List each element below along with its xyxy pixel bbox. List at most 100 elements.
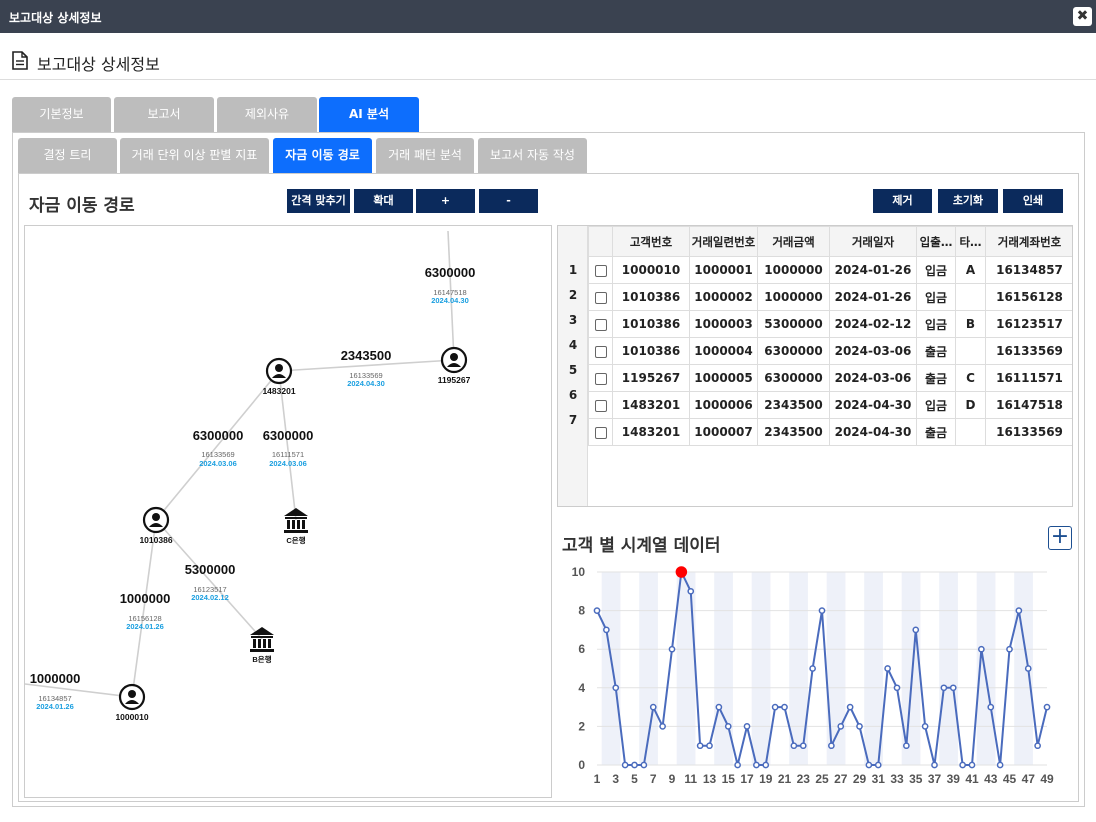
node-1195267[interactable]: 1195267	[438, 346, 471, 385]
column-header[interactable]: 입출…	[916, 226, 956, 257]
transaction-table: 고객번호 거래일련번호 거래금액 거래일자 입출… 타… 거래계좌번호 1000…	[588, 226, 1072, 446]
table-cell: 1010386	[612, 337, 690, 365]
page-title: 보고대상 상세정보	[37, 55, 160, 74]
table-cell: 2024-03-06	[829, 364, 917, 392]
transaction-grid[interactable]: 1 2 3 4 5 6 7 고객번호 거래일련번호 거래금액 거래일자 입출… …	[557, 225, 1073, 507]
zoom-button[interactable]: 확대	[354, 189, 413, 213]
node-bank-c[interactable]: C은행	[284, 508, 308, 545]
row-checkbox[interactable]	[594, 426, 607, 439]
data-point	[959, 761, 966, 769]
node-1000010[interactable]: 1000010	[115, 683, 149, 722]
table-row[interactable]: 1000010 1000001 1000000 2024-01-26 입금 A 161348…	[588, 256, 1072, 284]
edge-date: 2024.03.06	[199, 459, 237, 468]
data-point	[1006, 645, 1013, 653]
person-icon	[265, 357, 293, 385]
table-cell: 1000007	[689, 418, 758, 446]
y-tick-label: 8	[578, 604, 585, 618]
data-point	[828, 742, 835, 750]
data-point	[659, 723, 666, 730]
row-checkbox[interactable]	[594, 264, 607, 277]
tab-report[interactable]: 보고서	[114, 97, 214, 132]
data-point	[790, 742, 798, 750]
window-titlebar: 보고대상 상세정보 ✖	[0, 0, 1096, 33]
fit-spacing-button[interactable]: 간격 맞추기	[287, 189, 350, 213]
close-icon[interactable]: ✖	[1073, 7, 1092, 26]
reset-button[interactable]: 초기화	[938, 189, 998, 213]
table-row[interactable]: 1010386 1000004 6300000 2024-03-06 출금 1613356…	[588, 337, 1072, 365]
tab-auto-report[interactable]: 보고서 자동 작성	[478, 138, 587, 173]
edge-date: 2024.01.26	[126, 622, 164, 631]
tab-basic-info[interactable]: 기본정보	[12, 97, 111, 132]
table-row[interactable]: 1483201 1000006 2343500 2024-04-30 입금 D 161475…	[588, 391, 1072, 419]
row-checkbox[interactable]	[594, 345, 607, 358]
x-tick-label: 9	[669, 772, 676, 786]
row-checkbox[interactable]	[594, 399, 607, 412]
data-point	[837, 723, 845, 730]
table-cell: 1000010	[612, 256, 690, 284]
data-point	[884, 665, 891, 672]
table-cell: 16111571	[985, 364, 1072, 392]
zoom-out-button[interactable]: -	[479, 189, 538, 213]
column-header[interactable]: 거래일자	[829, 226, 917, 257]
table-cell: 2024-04-30	[829, 391, 917, 419]
page-header: 보고대상 상세정보	[0, 33, 1096, 80]
data-point	[1043, 703, 1051, 711]
edge-amount: 6300000	[193, 428, 244, 443]
data-point	[753, 761, 760, 769]
table-cell: 16133569	[985, 418, 1072, 446]
remove-button[interactable]: 제거	[873, 189, 932, 213]
plot-band	[939, 572, 958, 765]
table-cell: 2024-01-26	[829, 283, 917, 311]
column-header[interactable]: 거래금액	[757, 226, 830, 257]
tab-anomaly-indicator[interactable]: 거래 단위 이상 판별 지표	[120, 138, 269, 173]
row-number: 3	[568, 313, 578, 327]
row-number: 5	[568, 363, 578, 377]
table-row[interactable]: 1483201 1000007 2343500 2024-04-30 출금 1613356…	[588, 418, 1072, 446]
x-tick-label: 49	[1040, 772, 1054, 786]
table-row[interactable]: 1010386 1000002 1000000 2024-01-26 입금 1615612…	[588, 283, 1072, 311]
row-number: 6	[568, 388, 578, 402]
data-point	[940, 684, 948, 692]
column-header[interactable]: 거래일련번호	[689, 226, 758, 257]
row-number-column: 1 2 3 4 5 6 7	[558, 226, 588, 506]
node-1483201[interactable]: 1483201	[262, 357, 296, 396]
data-point	[968, 761, 976, 769]
node-label: C은행	[286, 535, 305, 545]
node-1010386[interactable]: 1010386	[139, 506, 173, 545]
tab-ai-analysis[interactable]: AI 분석	[319, 97, 419, 132]
table-cell: 출금	[916, 337, 956, 365]
print-button[interactable]: 인쇄	[1003, 189, 1063, 213]
table-cell: 1000000	[757, 283, 830, 311]
row-checkbox-cell	[588, 283, 613, 311]
tab-pattern-analysis[interactable]: 거래 패턴 분석	[376, 138, 474, 173]
data-point	[874, 761, 882, 769]
y-tick-label: 0	[578, 758, 585, 772]
tab-decision-tree[interactable]: 결정 트리	[18, 138, 117, 173]
tab-fund-flow[interactable]: 자금 이동 경로	[273, 138, 372, 173]
x-tick-label: 1	[594, 772, 601, 786]
x-tick-label: 29	[853, 772, 867, 786]
table-cell: 1483201	[612, 418, 690, 446]
column-header[interactable]: 거래계좌번호	[985, 226, 1072, 257]
row-checkbox[interactable]	[594, 291, 607, 304]
row-checkbox[interactable]	[594, 372, 607, 385]
node-label: B은행	[252, 654, 271, 664]
x-tick-label: 3	[612, 772, 619, 786]
row-checkbox[interactable]	[594, 318, 607, 331]
bank-icon	[284, 508, 308, 533]
column-header[interactable]: 고객번호	[612, 226, 690, 257]
table-cell	[955, 337, 986, 365]
zoom-in-button[interactable]: +	[416, 189, 475, 213]
fund-flow-graph[interactable]: 6300000 16147518 2024.04.30 2343500 1613…	[24, 225, 552, 798]
row-checkbox-cell	[588, 364, 613, 392]
table-cell: 2343500	[757, 391, 830, 419]
column-header[interactable]: 타…	[955, 226, 986, 257]
table-row[interactable]: 1195267 1000005 6300000 2024-03-06 출금 C 161115…	[588, 364, 1072, 392]
person-icon	[118, 683, 146, 711]
data-point	[893, 684, 901, 692]
table-cell: 출금	[916, 418, 956, 446]
node-bank-b[interactable]: B은행	[250, 627, 274, 664]
x-tick-label: 33	[890, 772, 904, 786]
table-row[interactable]: 1010386 1000003 5300000 2024-02-12 입금 B 161235…	[588, 310, 1072, 338]
tab-exclusion-reason[interactable]: 제외사유	[217, 97, 317, 132]
